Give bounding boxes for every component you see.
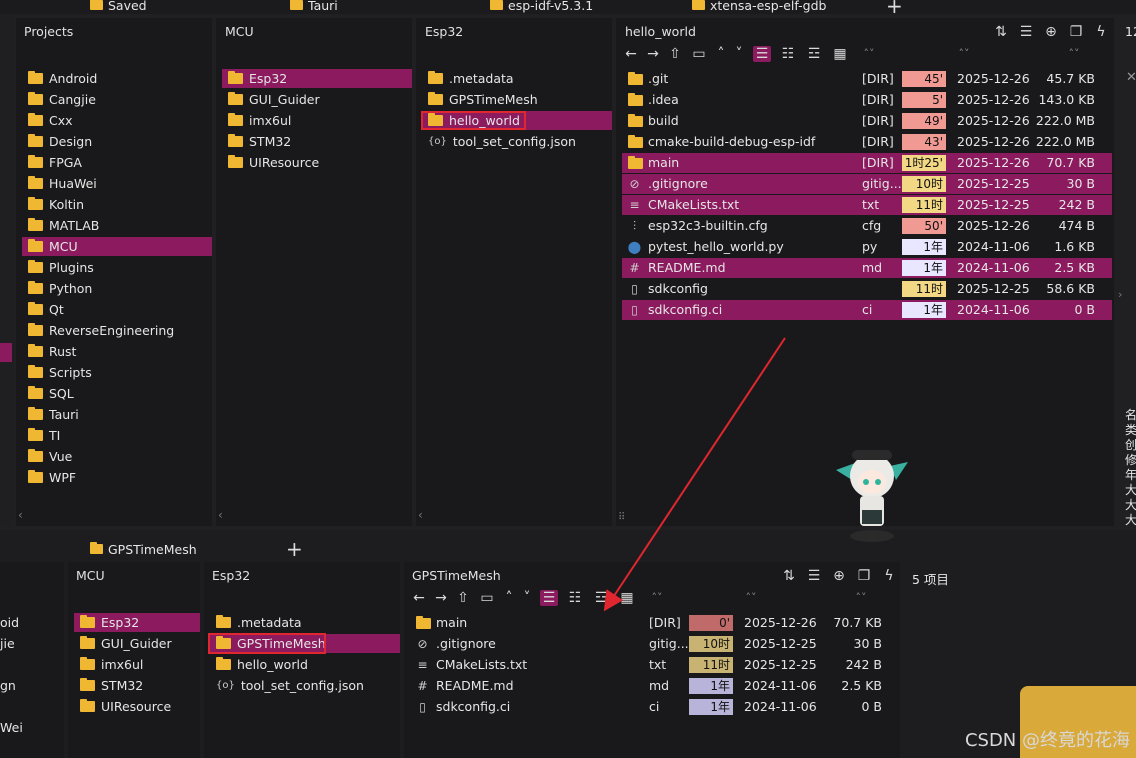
mascot-image — [822, 440, 918, 544]
watermark: CSDN @终竟的花海 — [964, 730, 1130, 751]
annotation-arrow — [603, 337, 786, 612]
